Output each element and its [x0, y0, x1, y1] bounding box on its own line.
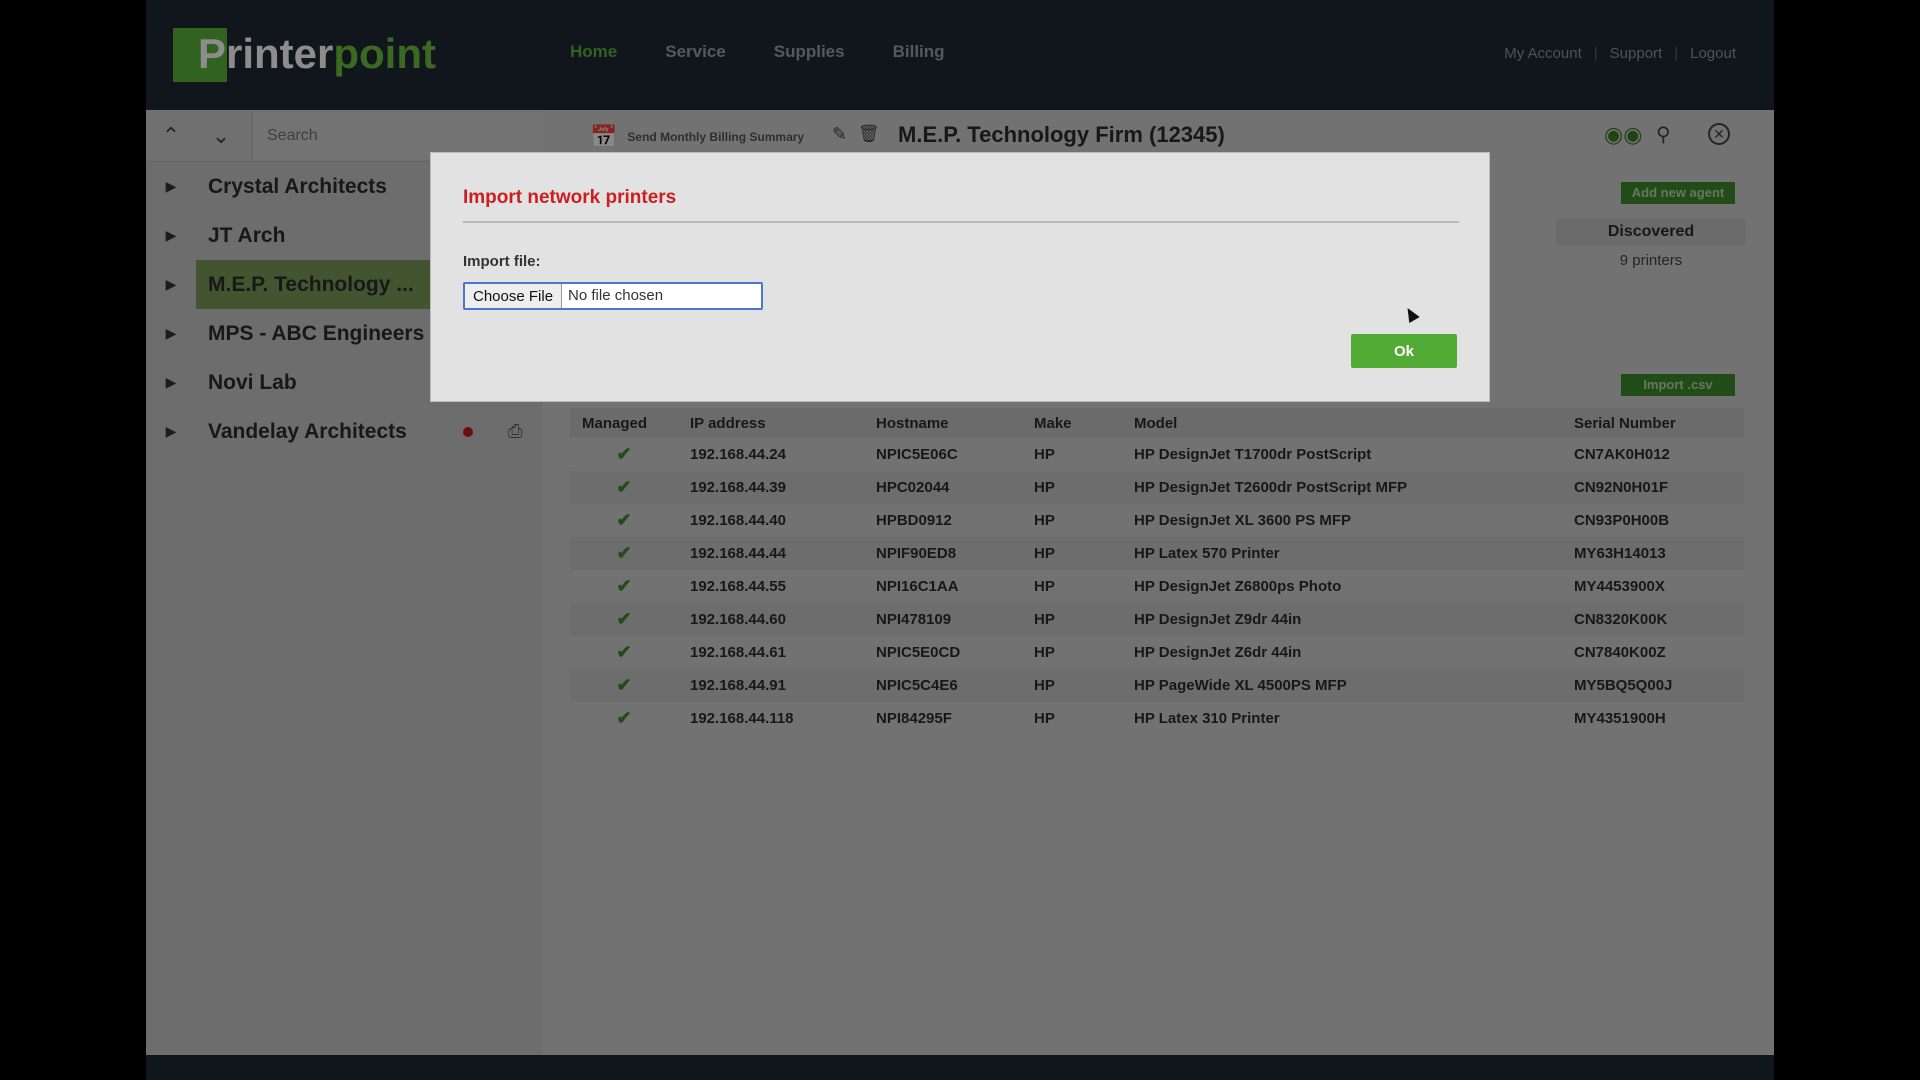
- dialog-title: Import network printers: [463, 187, 677, 208]
- modal-overlay[interactable]: Import network printers Import file: Cho…: [0, 0, 1920, 1080]
- ok-button[interactable]: Ok: [1351, 334, 1457, 368]
- import-printers-dialog: Import network printers Import file: Cho…: [430, 152, 1490, 402]
- file-input[interactable]: Choose File No file chosen: [463, 282, 763, 310]
- import-file-label: Import file:: [463, 253, 541, 270]
- choose-file-button[interactable]: Choose File: [465, 284, 563, 308]
- no-file-chosen-text: No file chosen: [568, 287, 664, 304]
- divider: [463, 221, 1459, 223]
